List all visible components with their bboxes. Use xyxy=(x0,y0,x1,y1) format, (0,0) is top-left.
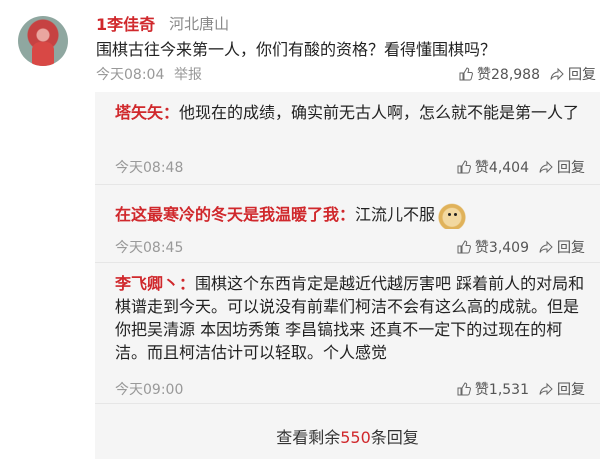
thumbs-up-icon xyxy=(457,160,471,174)
view-more-suffix: 条回复 xyxy=(370,428,419,447)
like-button[interactable]: 赞4,404 xyxy=(457,157,529,177)
reply-username[interactable]: 在这最寒冷的冬天是我温暖了我： xyxy=(115,205,355,224)
report-link[interactable]: 举报 xyxy=(174,64,202,84)
reply-button[interactable]: 回复 xyxy=(539,237,585,257)
reply-time: 今天09:00 xyxy=(115,382,184,398)
like-button[interactable]: 赞28,988 xyxy=(459,64,540,84)
comment-text: 围棋古往今来第一人，你们有酸的资格？看得懂围棋吗？ xyxy=(96,40,497,59)
user-location: 河北唐山 xyxy=(169,14,230,33)
reply-list: 塔矢矢：他现在的成绩，确实前无古人啊，怎么就不能是第一人了 今天08:48 赞4… xyxy=(95,92,600,459)
comment-actions: 赞28,988 回复 xyxy=(459,64,596,84)
like-count: 赞4,404 xyxy=(474,160,529,176)
reply-actions: 赞3,409 回复 xyxy=(457,237,585,257)
view-more-prefix: 查看剩余 xyxy=(276,428,341,447)
reply-button[interactable]: 回复 xyxy=(539,157,585,177)
reply-body: 塔矢矢：他现在的成绩，确实前无古人啊，怎么就不能是第一人了 xyxy=(115,101,585,124)
reply-button[interactable]: 回复 xyxy=(539,379,585,399)
reply-meta: 今天08:45 赞3,409 回复 xyxy=(115,237,585,257)
reply-body: 李飞卿丶：围棋这个东西肯定是越近代越厉害吧 踩着前人的对局和棋谱走到今天。可以说… xyxy=(115,272,585,364)
reply-button[interactable]: 回复 xyxy=(550,64,596,84)
comment-header: 1李佳奇 河北唐山 xyxy=(96,11,230,35)
reply-body: 在这最寒冷的冬天是我温暖了我：江流儿不服 xyxy=(115,201,585,229)
reply-label: 回复 xyxy=(557,382,585,398)
top-comment: 1李佳奇 河北唐山 围棋古往今来第一人，你们有酸的资格？看得懂围棋吗？ 今天08… xyxy=(0,0,607,90)
thumbs-up-icon xyxy=(457,382,471,396)
comment-meta: 今天08:04 举报 赞28,988 回复 xyxy=(96,64,596,84)
reply-time: 今天08:48 xyxy=(115,160,184,176)
share-arrow-icon xyxy=(539,240,553,254)
reply-label: 回复 xyxy=(557,240,585,256)
like-count: 赞1,531 xyxy=(474,382,529,398)
reply-actions: 赞1,531 回复 xyxy=(457,379,585,399)
reply-meta: 今天09:00 赞1,531 回复 xyxy=(115,379,585,399)
reply-meta: 今天08:48 赞4,404 回复 xyxy=(115,157,585,177)
thumbs-up-icon xyxy=(459,67,473,81)
view-more-replies-button[interactable]: 查看剩余550条回复 xyxy=(95,416,600,459)
share-arrow-icon xyxy=(550,67,564,81)
like-button[interactable]: 赞3,409 xyxy=(457,237,529,257)
reply-text: 他现在的成绩，确实前无古人啊，怎么就不能是第一人了 xyxy=(179,103,580,122)
share-arrow-icon xyxy=(539,160,553,174)
remaining-count: 550 xyxy=(340,428,371,447)
reply-text: 江流儿不服 xyxy=(355,205,436,224)
reply-item: 在这最寒冷的冬天是我温暖了我：江流儿不服 今天08:45 赞3,409 回复 xyxy=(95,185,600,263)
share-arrow-icon xyxy=(539,382,553,396)
reply-item: 李飞卿丶：围棋这个东西肯定是越近代越厉害吧 踩着前人的对局和棋谱走到今天。可以说… xyxy=(95,263,600,404)
reply-time: 今天08:45 xyxy=(115,240,184,256)
reply-username[interactable]: 塔矢矢： xyxy=(115,103,179,122)
thumbs-up-icon xyxy=(457,240,471,254)
reply-item: 塔矢矢：他现在的成绩，确实前无古人啊，怎么就不能是第一人了 今天08:48 赞4… xyxy=(95,92,600,185)
like-count: 赞3,409 xyxy=(474,240,529,256)
like-count: 赞28,988 xyxy=(477,67,540,83)
reply-label: 回复 xyxy=(557,160,585,176)
reply-actions: 赞4,404 回复 xyxy=(457,157,585,177)
like-button[interactable]: 赞1,531 xyxy=(457,379,529,399)
username[interactable]: 1李佳奇 xyxy=(96,11,155,35)
avatar[interactable] xyxy=(18,16,68,66)
comment-time: 今天08:04 xyxy=(96,67,165,83)
reply-username[interactable]: 李飞卿丶： xyxy=(115,274,195,293)
reply-label: 回复 xyxy=(568,67,596,83)
doge-emoji-icon xyxy=(438,202,467,229)
